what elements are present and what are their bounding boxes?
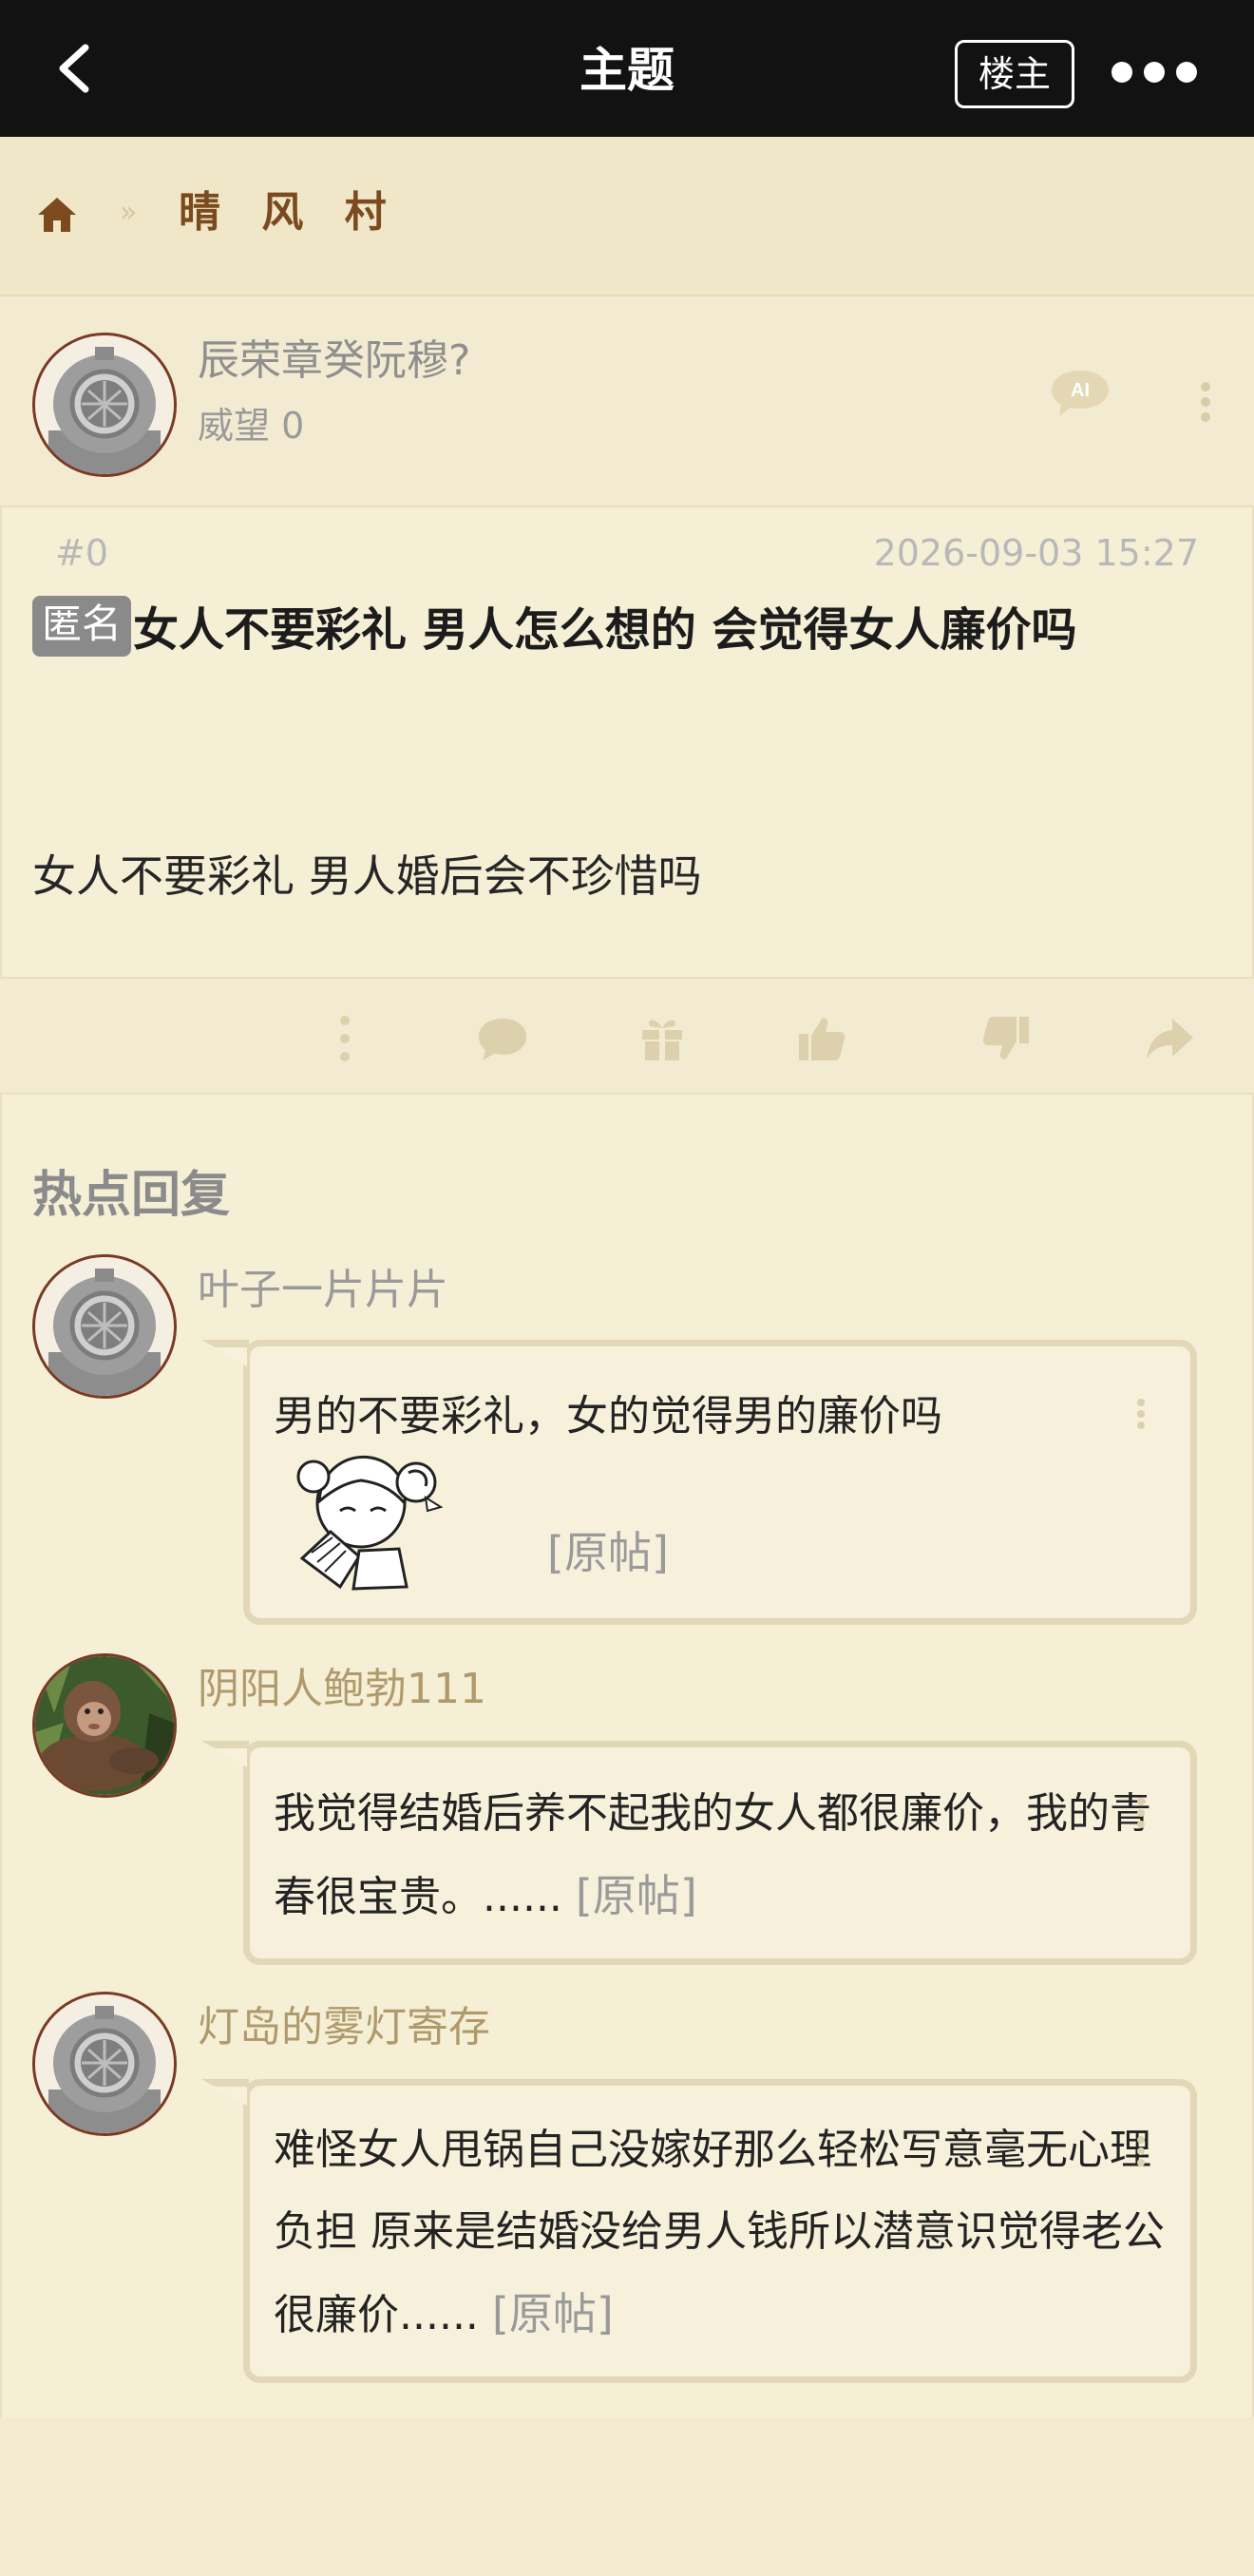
reply-avatar[interactable] bbox=[32, 1653, 177, 1798]
author-avatar[interactable] bbox=[32, 333, 177, 477]
reply-author-name[interactable]: 阴阳人鲍勃111 bbox=[198, 1663, 486, 1716]
share-icon[interactable] bbox=[1144, 1013, 1195, 1064]
reply-author-name[interactable]: 灯岛的雾灯寄存 bbox=[198, 2001, 490, 2054]
reply-text: 我觉得结婚后养不起我的女人都很廉价，我的青春很宝贵。...... [原帖] bbox=[274, 1789, 1151, 1921]
reply-avatar[interactable] bbox=[32, 1254, 177, 1399]
floor-number: #0 bbox=[55, 532, 109, 574]
monkey-photo-avatar-icon bbox=[35, 1656, 174, 1795]
ai-chat-icon[interactable]: AI bbox=[1050, 367, 1111, 420]
author-name[interactable]: 辰荣章癸阮穆? bbox=[198, 334, 470, 388]
post-body: 女人不要彩礼 男人婚后会不珍惜吗 bbox=[32, 850, 702, 902]
reply-avatar[interactable] bbox=[32, 1992, 177, 2136]
breadcrumb-forum-link[interactable]: 晴 风 村 bbox=[179, 186, 400, 239]
reply-text: 难怪女人甩锅自己没嫁好那么轻松写意毫无心理负担 原来是结婚没给男人钱所以潜意识觉… bbox=[274, 2126, 1165, 2339]
more-menu-button[interactable] bbox=[1112, 53, 1197, 91]
anonymous-badge: 匿名 bbox=[32, 596, 132, 657]
home-icon[interactable] bbox=[36, 194, 78, 236]
more-vertical-icon[interactable] bbox=[319, 1013, 370, 1064]
thumbs-down-icon[interactable] bbox=[980, 1013, 1032, 1064]
breadcrumb-separator: » bbox=[120, 196, 138, 229]
only-op-button[interactable]: 楼主 bbox=[955, 40, 1074, 108]
diver-helmet-avatar-icon bbox=[35, 1994, 174, 2133]
reply-more-button[interactable] bbox=[1134, 1399, 1148, 1429]
back-button[interactable] bbox=[48, 40, 104, 97]
chevron-left-icon bbox=[59, 44, 89, 93]
action-bar bbox=[0, 977, 1254, 1095]
author-reputation: 威望 0 bbox=[198, 405, 305, 447]
breadcrumb: » 晴 风 村 bbox=[0, 137, 1254, 296]
original-post-link[interactable]: [原帖] bbox=[576, 1870, 697, 1921]
diver-helmet-avatar-icon bbox=[35, 1257, 174, 1396]
post-title: 匿名 女人不要彩礼 男人怎么想的 会觉得女人廉价吗 bbox=[32, 589, 1222, 671]
more-dots-icon bbox=[1112, 62, 1132, 83]
anime-girl-sticker-icon bbox=[296, 1455, 444, 1591]
diver-helmet-avatar-icon bbox=[35, 335, 174, 474]
reply-more-button[interactable] bbox=[1134, 1798, 1148, 1828]
svg-text:AI: AI bbox=[1071, 380, 1090, 401]
post-title-text: 女人不要彩礼 男人怎么想的 会觉得女人廉价吗 bbox=[133, 603, 1077, 657]
reply-more-button[interactable] bbox=[1134, 2136, 1148, 2166]
original-post-link[interactable]: [原帖] bbox=[547, 1518, 669, 1581]
post-more-button[interactable] bbox=[1199, 382, 1212, 422]
gift-icon[interactable] bbox=[636, 1013, 688, 1064]
post-timestamp: 2026-09-03 15:27 bbox=[873, 532, 1199, 574]
thumbs-up-icon[interactable] bbox=[796, 1013, 847, 1064]
top-bar: 主题 楼主 bbox=[0, 0, 1254, 137]
reply-author-name[interactable]: 叶子一片片片 bbox=[198, 1264, 448, 1317]
comment-icon[interactable] bbox=[477, 1013, 528, 1064]
hot-replies-title: 热点回复 bbox=[32, 1167, 231, 1224]
original-post-link[interactable]: [原帖] bbox=[492, 2288, 614, 2339]
